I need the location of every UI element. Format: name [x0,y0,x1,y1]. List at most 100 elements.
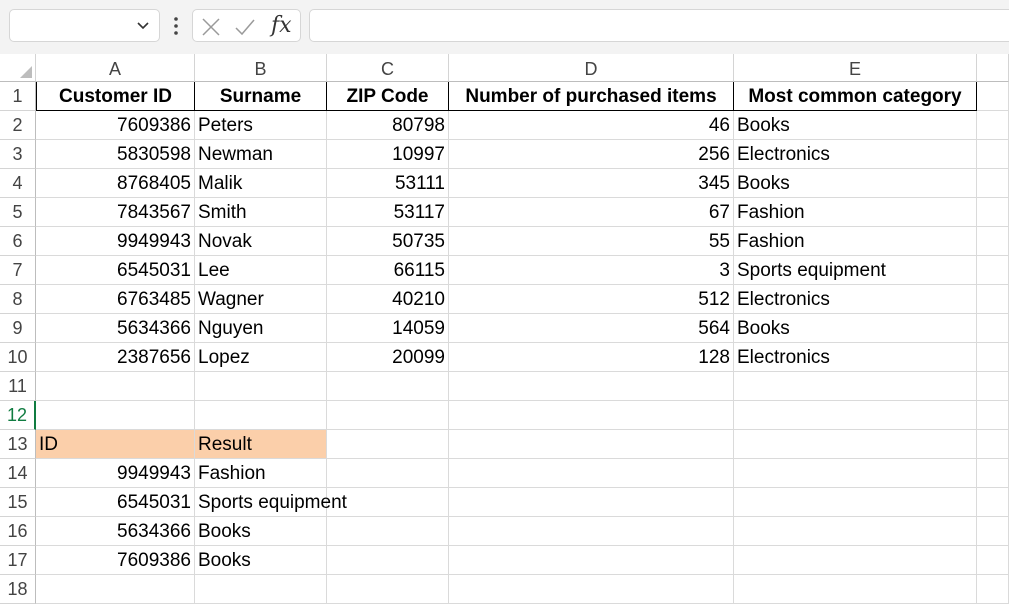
table-cell[interactable]: Electronics [734,285,977,314]
more-options-icon[interactable] [171,15,181,37]
table-cell[interactable]: 53111 [327,169,449,198]
grid-cell[interactable] [36,401,195,430]
table-cell[interactable]: 67 [449,198,734,227]
lookup-id-cell[interactable]: 9949943 [36,459,195,488]
table-cell[interactable]: 5634366 [36,314,195,343]
grid-cell[interactable] [327,459,449,488]
grid-cell[interactable] [977,372,1009,401]
table-cell[interactable]: Newman [195,140,327,169]
table-cell[interactable]: 5830598 [36,140,195,169]
row-header-17[interactable]: 17 [0,546,36,575]
grid-cell[interactable] [734,575,977,604]
grid-cell[interactable] [977,140,1009,169]
row-header-5[interactable]: 5 [0,198,36,227]
column-header-b[interactable]: B [195,54,327,82]
grid-cell[interactable] [327,575,449,604]
grid-cell[interactable] [977,256,1009,285]
column-header-e[interactable]: E [734,54,977,82]
grid-cell[interactable] [327,546,449,575]
table-cell[interactable]: 66115 [327,256,449,285]
grid-cell[interactable] [36,372,195,401]
table-cell[interactable]: 20099 [327,343,449,372]
table-cell[interactable]: Electronics [734,343,977,372]
select-all-corner[interactable] [0,54,36,82]
lookup-header-result[interactable]: Result [195,430,327,459]
table-cell[interactable]: 55 [449,227,734,256]
chevron-down-icon[interactable] [136,18,150,32]
grid-cell[interactable] [734,488,977,517]
table-cell[interactable]: 10997 [327,140,449,169]
table-header-cell[interactable]: Most common category [734,82,977,111]
table-cell[interactable]: Books [734,111,977,140]
enter-checkmark-icon[interactable] [234,16,256,38]
row-header-16[interactable]: 16 [0,517,36,546]
insert-function-icon[interactable]: fx [271,13,292,38]
lookup-id-cell[interactable]: 7609386 [36,546,195,575]
row-header-11[interactable]: 11 [0,372,36,401]
table-header-cell[interactable]: Number of purchased items [449,82,734,111]
grid-cell[interactable] [977,430,1009,459]
table-cell[interactable]: Books [734,314,977,343]
table-cell[interactable]: 564 [449,314,734,343]
table-cell[interactable]: Fashion [734,227,977,256]
grid-cell[interactable] [195,401,327,430]
table-cell[interactable]: 6763485 [36,285,195,314]
lookup-result-cell[interactable]: Fashion [195,459,327,488]
table-header-cell[interactable]: Customer ID [36,82,195,111]
row-header-7[interactable]: 7 [0,256,36,285]
table-header-cell[interactable]: Surname [195,82,327,111]
table-cell[interactable]: 14059 [327,314,449,343]
grid-cell[interactable] [734,459,977,488]
table-cell[interactable]: 50735 [327,227,449,256]
table-cell[interactable]: Novak [195,227,327,256]
grid-cell[interactable] [977,314,1009,343]
grid-cell[interactable] [734,430,977,459]
column-header-d[interactable]: D [449,54,734,82]
grid-cell[interactable] [195,372,327,401]
table-cell[interactable]: Wagner [195,285,327,314]
grid-cell[interactable] [449,401,734,430]
grid-cell[interactable] [977,459,1009,488]
lookup-header-id[interactable]: ID [36,430,195,459]
table-cell[interactable]: Lopez [195,343,327,372]
row-header-8[interactable]: 8 [0,285,36,314]
grid-cell[interactable] [449,488,734,517]
lookup-result-cell[interactable]: Books [195,517,327,546]
row-header-2[interactable]: 2 [0,111,36,140]
table-cell[interactable]: 9949943 [36,227,195,256]
grid-cell[interactable] [977,169,1009,198]
row-header-15[interactable]: 15 [0,488,36,517]
row-header-4[interactable]: 4 [0,169,36,198]
row-header-10[interactable]: 10 [0,343,36,372]
row-header-12[interactable]: 12 [0,401,36,430]
table-cell[interactable]: 256 [449,140,734,169]
table-cell[interactable]: 128 [449,343,734,372]
row-header-1[interactable]: 1 [0,82,36,111]
grid-cell[interactable] [977,401,1009,430]
table-cell[interactable]: 46 [449,111,734,140]
grid-cell[interactable] [734,401,977,430]
grid-cell[interactable] [977,343,1009,372]
grid-cell[interactable] [977,285,1009,314]
table-cell[interactable]: 40210 [327,285,449,314]
grid-cell[interactable] [195,575,327,604]
column-header-c[interactable]: C [327,54,449,82]
table-cell[interactable]: Lee [195,256,327,285]
row-header-3[interactable]: 3 [0,140,36,169]
row-header-14[interactable]: 14 [0,459,36,488]
table-cell[interactable]: Smith [195,198,327,227]
grid-cell[interactable] [977,111,1009,140]
table-header-cell[interactable]: ZIP Code [327,82,449,111]
lookup-result-cell[interactable]: Books [195,546,327,575]
grid-cell[interactable] [36,575,195,604]
grid-cell[interactable] [327,401,449,430]
table-cell[interactable]: Books [734,169,977,198]
grid-cell[interactable] [449,517,734,546]
table-cell[interactable]: 512 [449,285,734,314]
table-cell[interactable]: 345 [449,169,734,198]
table-cell[interactable]: Electronics [734,140,977,169]
table-cell[interactable]: Fashion [734,198,977,227]
table-cell[interactable]: Sports equipment [734,256,977,285]
cancel-icon[interactable] [200,16,222,38]
grid-cell[interactable] [327,430,449,459]
